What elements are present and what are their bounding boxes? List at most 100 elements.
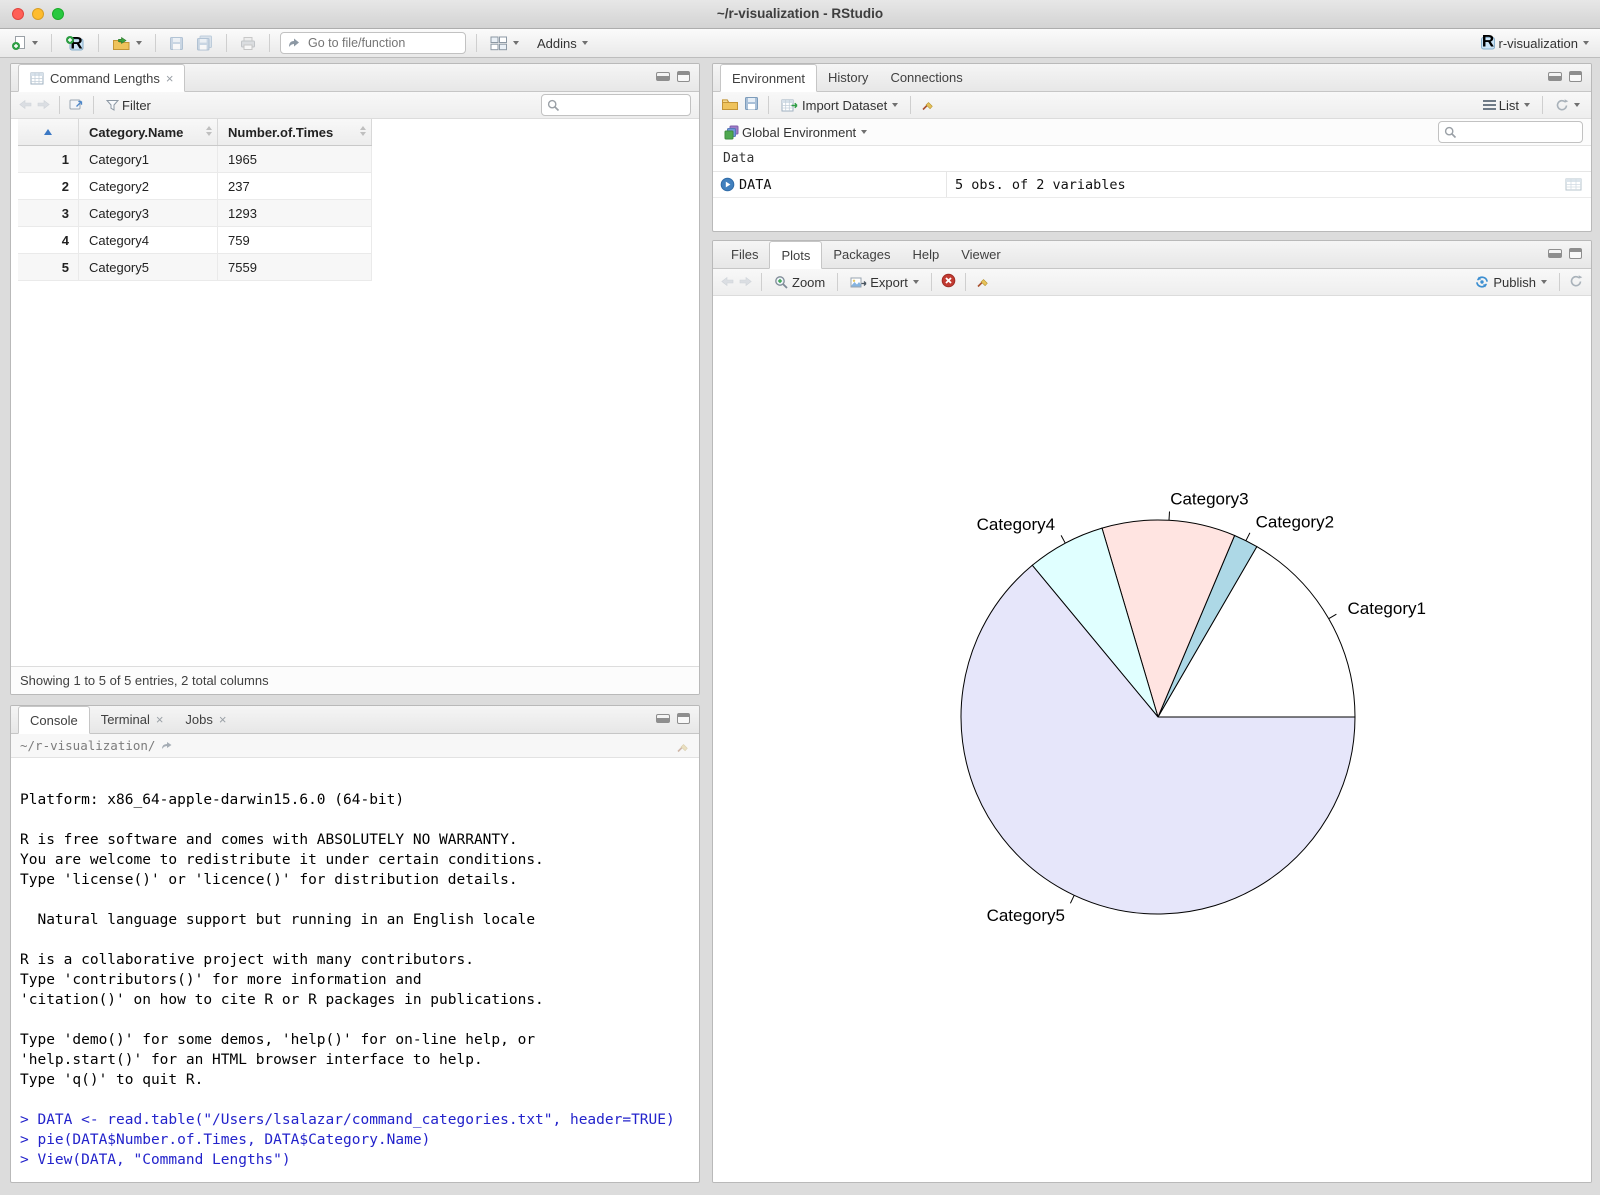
addins-button[interactable]: Addins: [534, 34, 591, 53]
export-plot-button[interactable]: Export: [847, 273, 922, 292]
viewer-search-box[interactable]: [541, 94, 691, 116]
load-workspace-button[interactable]: [721, 97, 739, 114]
forward-arrow-icon: [37, 99, 50, 109]
publish-button[interactable]: Publish: [1471, 273, 1550, 292]
minimize-window-button[interactable]: [32, 8, 44, 20]
refresh-icon: [1570, 274, 1583, 286]
viewer-search-input[interactable]: [564, 97, 668, 113]
view-data-grid-icon[interactable]: [1565, 178, 1582, 195]
table-cell[interactable]: 759: [218, 227, 372, 253]
table-cell[interactable]: 7559: [218, 254, 372, 280]
new-file-button[interactable]: [8, 33, 41, 53]
table-cell[interactable]: 1293: [218, 200, 372, 226]
environment-object-row[interactable]: DATA 5 obs. of 2 variables: [713, 172, 1591, 198]
forward-button[interactable]: [37, 98, 50, 113]
save-button[interactable]: [166, 34, 187, 53]
next-plot-button[interactable]: [739, 275, 752, 290]
import-dataset-button[interactable]: Import Dataset: [778, 96, 901, 115]
console-output: Platform: x86_64-apple-darwin15.6.0 (64-…: [20, 790, 699, 1170]
minimize-pane-icon[interactable]: [656, 714, 670, 723]
close-window-button[interactable]: [12, 8, 24, 20]
table-row[interactable]: 1 Category1 1965: [18, 146, 372, 173]
table-cell[interactable]: Category1: [79, 146, 218, 172]
tab-history[interactable]: History: [817, 64, 879, 91]
zoom-window-button[interactable]: [52, 8, 64, 20]
remove-plot-button[interactable]: [941, 273, 956, 291]
maximize-pane-icon[interactable]: [677, 71, 690, 82]
close-icon[interactable]: ×: [219, 713, 227, 726]
save-all-button[interactable]: [193, 33, 216, 53]
previous-plot-button[interactable]: [721, 275, 734, 290]
tab-packages[interactable]: Packages: [822, 241, 901, 268]
tab-command-lengths[interactable]: Command Lengths ×: [18, 64, 186, 92]
pane-layout-button[interactable]: [487, 34, 522, 53]
close-icon[interactable]: ×: [166, 72, 174, 85]
table-cell[interactable]: Category2: [79, 173, 218, 199]
minimize-pane-icon[interactable]: [1548, 249, 1562, 258]
table-cell[interactable]: Category5: [79, 254, 218, 280]
tab-help[interactable]: Help: [901, 241, 950, 268]
clear-all-plots-button[interactable]: [975, 274, 990, 291]
maximize-pane-icon[interactable]: [677, 713, 690, 724]
table-cell[interactable]: 1965: [218, 146, 372, 172]
list-view-button[interactable]: List: [1480, 96, 1533, 115]
column-header-category-name[interactable]: Category.Name: [79, 119, 218, 145]
chevron-down-icon: [892, 103, 899, 107]
environment-toolbar: Import Dataset List: [713, 92, 1591, 119]
goto-file-search[interactable]: [280, 32, 466, 54]
table-row[interactable]: 3 Category3 1293: [18, 200, 372, 227]
table-cell[interactable]: 2: [18, 173, 79, 199]
tab-terminal[interactable]: Terminal ×: [90, 706, 175, 733]
tab-console[interactable]: Console: [18, 706, 90, 734]
table-row[interactable]: 5 Category5 7559: [18, 254, 372, 281]
table-row[interactable]: 2 Category2 237: [18, 173, 372, 200]
table-cell[interactable]: 4: [18, 227, 79, 253]
zoom-plot-button[interactable]: Zoom: [771, 273, 828, 292]
print-button[interactable]: [237, 34, 259, 53]
column-header-number-of-times[interactable]: Number.of.Times: [218, 119, 372, 145]
expand-object-icon[interactable]: [720, 177, 735, 196]
popout-button[interactable]: [69, 98, 84, 113]
tab-label: Help: [912, 247, 940, 262]
tab-viewer[interactable]: Viewer: [950, 241, 1012, 268]
minimize-pane-icon[interactable]: [656, 72, 670, 81]
tab-connections[interactable]: Connections: [879, 64, 973, 91]
separator: [59, 96, 60, 114]
project-selector[interactable]: R r-visualization: [1477, 33, 1592, 53]
tab-files[interactable]: Files: [720, 241, 769, 268]
table-cell[interactable]: 5: [18, 254, 79, 280]
minimize-pane-icon[interactable]: [1548, 72, 1562, 81]
clear-environment-button[interactable]: [920, 97, 935, 114]
back-arrow-icon: [19, 99, 32, 109]
table-cell[interactable]: 1: [18, 146, 79, 172]
filter-button[interactable]: Filter: [103, 96, 154, 115]
environment-search-input[interactable]: [1461, 124, 1565, 140]
row-number-header[interactable]: [18, 119, 79, 145]
tab-environment[interactable]: Environment: [720, 64, 817, 92]
maximize-pane-icon[interactable]: [1569, 71, 1582, 82]
goto-directory-icon[interactable]: [161, 741, 173, 751]
back-button[interactable]: [19, 98, 32, 113]
broom-icon: [977, 278, 988, 287]
goto-file-input[interactable]: [306, 35, 440, 51]
close-icon[interactable]: ×: [156, 713, 164, 726]
table-row[interactable]: 4 Category4 759: [18, 227, 372, 254]
scope-selector[interactable]: Global Environment: [721, 123, 870, 142]
table-cell[interactable]: Category3: [79, 200, 218, 226]
refresh-plot-button[interactable]: [1569, 274, 1583, 291]
maximize-pane-icon[interactable]: [1569, 248, 1582, 259]
refresh-environment-button[interactable]: [1552, 96, 1583, 114]
clear-console-broom-icon[interactable]: [675, 739, 690, 753]
open-file-button[interactable]: [109, 34, 145, 53]
new-project-button[interactable]: R: [62, 33, 88, 53]
environment-search-box[interactable]: [1438, 121, 1583, 143]
table-cell[interactable]: 237: [218, 173, 372, 199]
console-body[interactable]: Platform: x86_64-apple-darwin15.6.0 (64-…: [11, 759, 699, 1182]
tab-plots[interactable]: Plots: [769, 241, 823, 269]
table-header-row: Category.Name Number.of.Times: [18, 119, 372, 146]
table-cell[interactable]: 3: [18, 200, 79, 226]
open-folder-icon: [113, 36, 130, 50]
tab-jobs[interactable]: Jobs ×: [174, 706, 237, 733]
table-cell[interactable]: Category4: [79, 227, 218, 253]
save-workspace-button[interactable]: [744, 96, 759, 114]
